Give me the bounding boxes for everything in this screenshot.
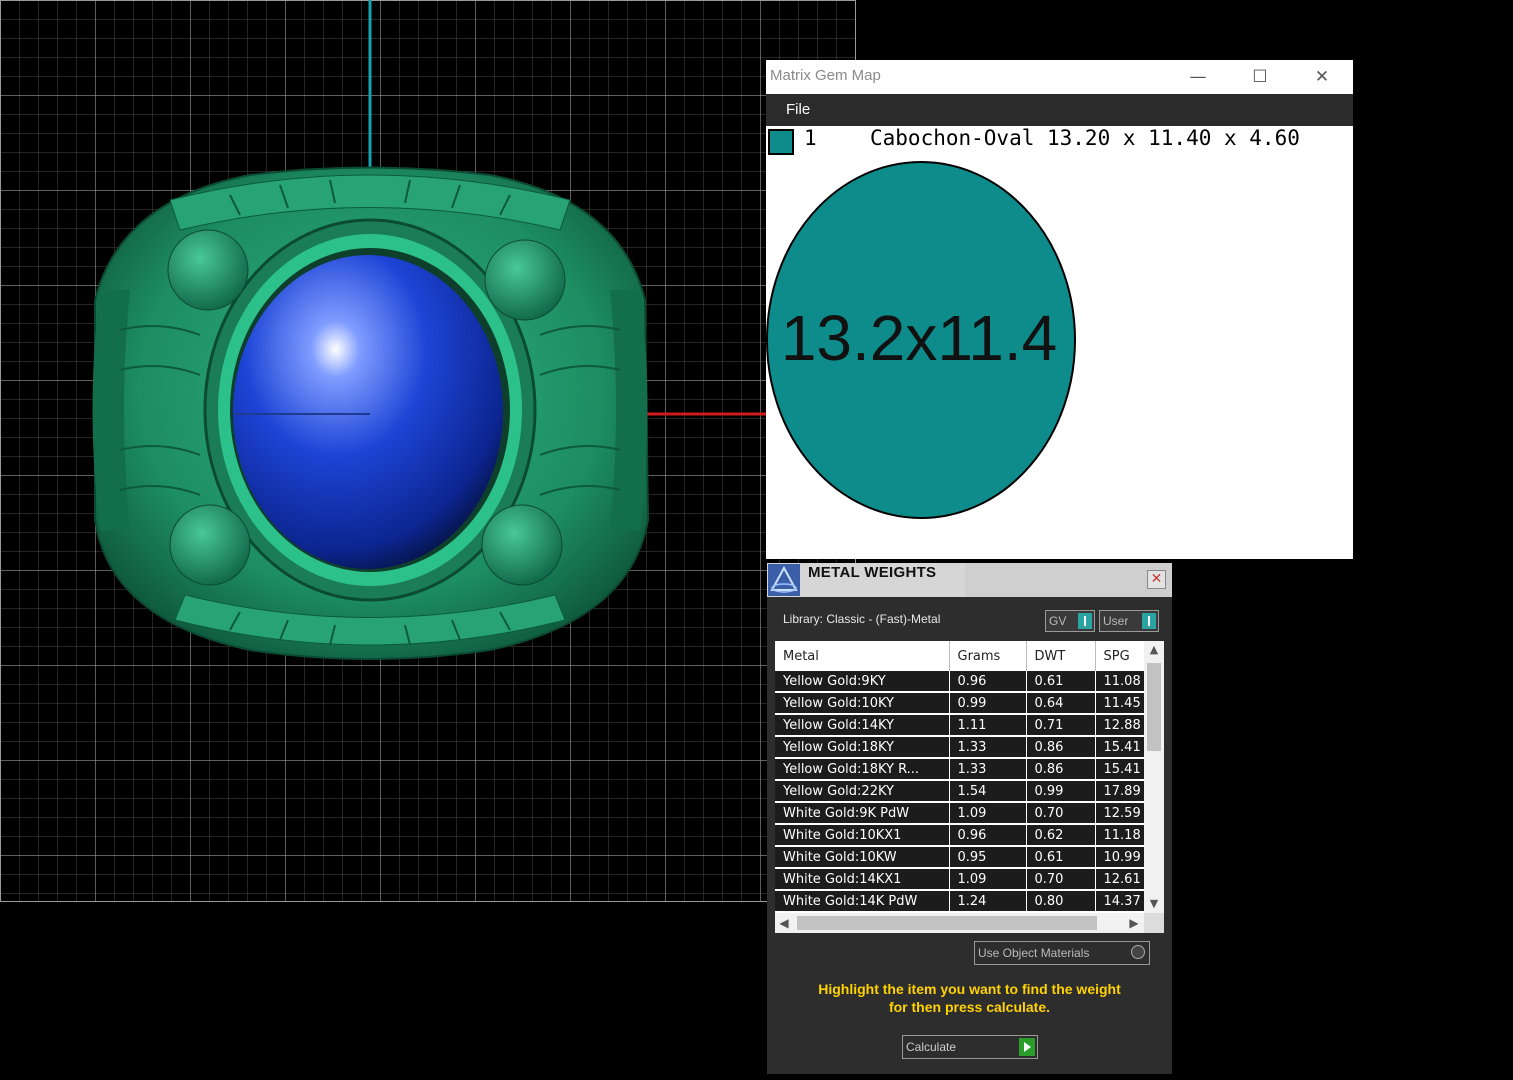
- menu-file[interactable]: File: [786, 101, 810, 118]
- gem-size-label: 13.2x11.4: [781, 302, 1057, 374]
- instruction-line-2: for then press calculate.: [888, 999, 1051, 1015]
- cell-dwt[interactable]: 0.62: [1026, 824, 1096, 847]
- column-header-dwt[interactable]: DWT: [1026, 641, 1096, 671]
- gem-map-canvas: 13.2x11.4: [766, 161, 1076, 519]
- cell-dwt[interactable]: 0.70: [1026, 868, 1096, 891]
- cell-metal[interactable]: Yellow Gold:10KY: [775, 692, 950, 715]
- play-icon: [1019, 1038, 1035, 1056]
- table-row[interactable]: Yellow Gold:18KY 1.33 0.86 15.41: [775, 736, 1156, 759]
- gem-color-swatch: [768, 129, 794, 155]
- scroll-down-icon[interactable]: ▼: [1144, 895, 1164, 913]
- cell-grams[interactable]: 1.09: [949, 868, 1027, 891]
- horizontal-scroll-thumb[interactable]: [797, 916, 1097, 930]
- cell-dwt[interactable]: 0.86: [1026, 736, 1096, 759]
- scroll-left-icon[interactable]: ◀: [775, 913, 793, 933]
- user-toggle-label: User: [1103, 614, 1129, 628]
- cell-grams[interactable]: 1.11: [949, 714, 1027, 737]
- cell-grams[interactable]: 0.95: [949, 846, 1027, 869]
- cell-metal[interactable]: Yellow Gold:14KY: [775, 714, 950, 737]
- cell-metal[interactable]: White Gold:14KX1: [775, 868, 950, 891]
- table-row[interactable]: White Gold:14KX1 1.09 0.70 12.61: [775, 868, 1156, 891]
- maximize-button[interactable]: ☐: [1240, 64, 1280, 90]
- gem-map-window: Matrix Gem Map — ☐ ✕ File 1 Cabochon-Ova…: [766, 60, 1353, 559]
- scroll-up-icon[interactable]: ▲: [1144, 641, 1164, 659]
- library-label: Library: Classic - (Fast)-Metal: [783, 612, 941, 626]
- table-row[interactable]: Yellow Gold:10KY 0.99 0.64 11.45: [775, 692, 1156, 715]
- gem-description: Cabochon-Oval 13.20 x 11.40 x 4.60: [870, 126, 1300, 150]
- cell-metal[interactable]: White Gold:10KW: [775, 846, 950, 869]
- radio-icon[interactable]: [1131, 945, 1145, 959]
- toggle-knob-icon: [1078, 613, 1092, 629]
- matrix-logo-icon: [768, 564, 800, 596]
- cell-dwt[interactable]: 0.64: [1026, 692, 1096, 715]
- cell-grams[interactable]: 0.96: [949, 824, 1027, 847]
- use-object-materials-label: Use Object Materials: [978, 946, 1090, 960]
- metal-weights-title: METAL WEIGHTS: [808, 564, 937, 581]
- cell-dwt[interactable]: 0.80: [1026, 890, 1096, 913]
- cell-metal[interactable]: White Gold:10KX1: [775, 824, 950, 847]
- table-row[interactable]: Yellow Gold:22KY 1.54 0.99 17.89: [775, 780, 1156, 803]
- vertical-scrollbar[interactable]: ▲ ▼: [1144, 641, 1164, 913]
- metal-table: Metal Grams DWT SPG Yellow Gold:9KY 0.96 0…: [775, 641, 1156, 913]
- gv-toggle[interactable]: GV: [1045, 610, 1095, 632]
- table-row[interactable]: Yellow Gold:14KY 1.11 0.71 12.88: [775, 714, 1156, 737]
- cell-metal[interactable]: Yellow Gold:18KY R...: [775, 758, 950, 781]
- table-row[interactable]: Yellow Gold:9KY 0.96 0.61 11.08: [775, 671, 1156, 693]
- cell-metal[interactable]: Yellow Gold:9KY: [775, 671, 950, 693]
- cell-grams[interactable]: 1.33: [949, 736, 1027, 759]
- column-header-grams[interactable]: Grams: [949, 641, 1027, 671]
- gem-list-row[interactable]: 1 Cabochon-Oval 13.20 x 11.40 x 4.60: [766, 126, 1353, 158]
- cell-grams[interactable]: 1.33: [949, 758, 1027, 781]
- calculate-button[interactable]: Calculate: [902, 1035, 1038, 1059]
- instruction-line-1: Highlight the item you want to find the …: [818, 981, 1121, 997]
- cell-grams[interactable]: 0.96: [949, 671, 1027, 693]
- cell-metal[interactable]: White Gold:9K PdW: [775, 802, 950, 825]
- cell-grams[interactable]: 1.24: [949, 890, 1027, 913]
- table-row[interactable]: White Gold:9K PdW 1.09 0.70 12.59: [775, 802, 1156, 825]
- table-row[interactable]: White Gold:10KW 0.95 0.61 10.99: [775, 846, 1156, 869]
- cell-dwt[interactable]: 0.71: [1026, 714, 1096, 737]
- close-button[interactable]: ✕: [1302, 64, 1342, 90]
- cell-metal[interactable]: Yellow Gold:18KY: [775, 736, 950, 759]
- cell-grams[interactable]: 1.54: [949, 780, 1027, 803]
- table-header-row: Metal Grams DWT SPG: [775, 641, 1156, 671]
- scroll-right-icon[interactable]: ▶: [1125, 913, 1143, 933]
- metal-table-container: Metal Grams DWT SPG Yellow Gold:9KY 0.96 0…: [775, 641, 1164, 933]
- gv-toggle-label: GV: [1049, 614, 1067, 628]
- cell-grams[interactable]: 1.09: [949, 802, 1027, 825]
- cell-dwt[interactable]: 0.99: [1026, 780, 1096, 803]
- column-header-metal[interactable]: Metal: [775, 641, 950, 671]
- use-object-materials-option[interactable]: Use Object Materials: [974, 941, 1150, 965]
- viewport-canvas[interactable]: [0, 0, 856, 902]
- close-button[interactable]: ✕: [1147, 570, 1166, 589]
- cell-dwt[interactable]: 0.61: [1026, 671, 1096, 693]
- vertical-scroll-thumb[interactable]: [1147, 663, 1161, 751]
- cabochon-gem[interactable]: [233, 255, 503, 569]
- table-row[interactable]: White Gold:10KX1 0.96 0.62 11.18: [775, 824, 1156, 847]
- 3d-viewport[interactable]: [0, 0, 856, 902]
- calculate-label: Calculate: [906, 1040, 957, 1054]
- toggle-knob-icon: [1142, 613, 1156, 629]
- gem-map-menubar: File: [766, 94, 1353, 126]
- table-row[interactable]: White Gold:14K PdW 1.24 0.80 14.37: [775, 890, 1156, 913]
- cell-grams[interactable]: 0.99: [949, 692, 1027, 715]
- cell-metal[interactable]: Yellow Gold:22KY: [775, 780, 950, 803]
- metal-weights-panel: METAL WEIGHTS ✕ Library: Classic - (Fast…: [767, 563, 1172, 1074]
- gem-map-titlebar[interactable]: Matrix Gem Map — ☐ ✕: [766, 60, 1353, 94]
- minimize-button[interactable]: —: [1178, 64, 1218, 90]
- metal-weights-header[interactable]: METAL WEIGHTS ✕: [767, 563, 1172, 597]
- table-row[interactable]: Yellow Gold:18KY R... 1.33 0.86 15.41: [775, 758, 1156, 781]
- user-toggle[interactable]: User: [1099, 610, 1159, 632]
- cell-metal[interactable]: White Gold:14K PdW: [775, 890, 950, 913]
- cell-dwt[interactable]: 0.70: [1026, 802, 1096, 825]
- horizontal-scrollbar[interactable]: ◀ ▶: [775, 913, 1144, 933]
- gem-map-title: Matrix Gem Map: [770, 67, 881, 84]
- scrollbar-corner: [1144, 913, 1164, 933]
- instruction-text: Highlight the item you want to find the …: [767, 980, 1172, 1016]
- gem-index: 1: [804, 126, 817, 150]
- cell-dwt[interactable]: 0.61: [1026, 846, 1096, 869]
- cell-dwt[interactable]: 0.86: [1026, 758, 1096, 781]
